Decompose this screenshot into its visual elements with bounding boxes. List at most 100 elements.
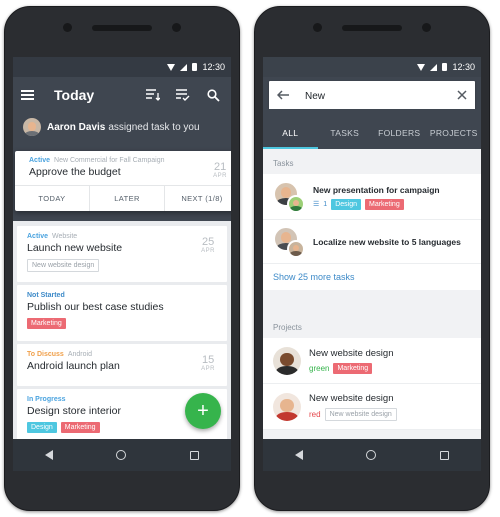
list-item[interactable]: New website design green Marketing	[263, 338, 481, 384]
sensor	[422, 23, 431, 32]
left-screen: 12:30 Today Aaron Davis assigned task to…	[13, 57, 231, 471]
task-status: In Progress	[27, 396, 66, 403]
battery-icon	[442, 63, 448, 71]
wifi-icon	[417, 63, 426, 71]
notification-text: assigned task to you	[108, 121, 200, 133]
home-icon[interactable]	[366, 450, 377, 460]
app-toolbar: Today	[13, 77, 231, 113]
home-icon[interactable]	[116, 450, 127, 460]
assignee-avatars	[273, 180, 305, 213]
left-phone: 12:30 Today Aaron Davis assigned task to…	[4, 6, 240, 511]
back-arrow-icon[interactable]	[276, 87, 289, 105]
project-status: green	[309, 363, 330, 373]
tag[interactable]: Design	[331, 198, 361, 210]
avatar	[287, 194, 305, 213]
clear-icon[interactable]	[457, 87, 467, 105]
task-due-date: 21 APR	[213, 161, 227, 180]
task-status: Active	[27, 233, 49, 240]
search-bar	[269, 81, 475, 111]
task-status: Active	[29, 157, 51, 164]
assignment-notification[interactable]: Aaron Davis assigned task to you	[13, 113, 231, 141]
sort-icon[interactable]	[143, 85, 163, 105]
tag[interactable]: New website design	[27, 259, 100, 272]
task-status: To Discuss	[27, 351, 64, 358]
camera	[313, 23, 322, 32]
task-folder: Website	[52, 233, 78, 240]
tab-tasks[interactable]: TASKS	[318, 117, 373, 149]
tab-all[interactable]: ALL	[263, 117, 318, 149]
status-bar: 12:30	[263, 57, 481, 77]
avatar	[23, 118, 41, 136]
back-icon[interactable]	[44, 450, 53, 460]
task-card[interactable]: Active Website Launch new website 25 APR N…	[17, 226, 227, 282]
battery-icon	[192, 63, 198, 71]
task-title: New presentation for campaign	[313, 184, 440, 195]
recents-icon[interactable]	[190, 450, 200, 460]
list-item[interactable]: New presentation for campaign ☰ 1 Design…	[263, 174, 481, 220]
tasks-section: Tasks New presentation for campaign ☰ 1 …	[263, 149, 481, 290]
subtask-icon: ☰	[313, 201, 320, 208]
tag[interactable]: Marketing	[27, 318, 66, 329]
subtask-count: 1	[323, 200, 328, 208]
section-title: Tasks	[263, 149, 481, 174]
assignee-avatars	[273, 225, 305, 258]
task-due-date: 15 APR	[201, 354, 215, 373]
recents-icon[interactable]	[440, 450, 450, 460]
android-nav-bar	[263, 439, 481, 471]
task-status: Not Started	[27, 292, 65, 299]
tag[interactable]: Marketing	[364, 198, 404, 210]
list-item[interactable]: Localize new website to 5 languages	[263, 220, 481, 264]
notification-user: Aaron Davis	[47, 121, 106, 133]
task-due-date: 25 APR	[201, 236, 215, 255]
back-icon[interactable]	[294, 450, 303, 460]
task-title: Android launch plan	[27, 360, 120, 372]
task-title: Launch new website	[27, 242, 123, 254]
add-task-button[interactable]: +	[185, 393, 221, 429]
task-title: Approve the budget	[29, 166, 121, 178]
sensor	[172, 23, 181, 32]
avatar	[287, 239, 305, 258]
avatar	[273, 346, 301, 375]
tab-projects[interactable]: PROJECTS	[427, 117, 482, 149]
page-title: Today	[54, 87, 95, 103]
today-button[interactable]: TODAY	[15, 186, 89, 211]
projects-section: Projects New website design green Market…	[263, 313, 481, 430]
camera	[63, 23, 72, 32]
speaker	[92, 25, 152, 31]
search-icon[interactable]	[203, 85, 223, 105]
task-title: Publish our best case studies	[27, 301, 164, 313]
status-time: 12:30	[202, 62, 225, 72]
project-title: New website design	[309, 392, 394, 404]
task-title: Localize new website to 5 languages	[313, 236, 461, 247]
task-folder: New Commercial for Fall Campaign	[54, 157, 165, 164]
android-nav-bar	[13, 439, 231, 471]
speaker	[342, 25, 402, 31]
signal-icon	[430, 63, 438, 71]
tag[interactable]: Marketing	[333, 362, 373, 374]
task-card[interactable]: To Discuss Android Android launch plan 15…	[17, 344, 227, 386]
tab-folders[interactable]: FOLDERS	[372, 117, 427, 149]
show-more-tasks-link[interactable]: Show 25 more tasks	[263, 264, 481, 290]
later-button[interactable]: LATER	[89, 186, 164, 211]
assigned-task-popup[interactable]: Active New Commercial for Fall Campaign A…	[15, 151, 231, 211]
right-screen: 12:30 ALL TASKS FOLDERS PROJECTS Tasks	[263, 57, 481, 471]
search-input[interactable]	[305, 90, 457, 102]
signal-icon	[180, 63, 188, 71]
section-title: Projects	[263, 313, 481, 338]
tag[interactable]: New website design	[324, 407, 397, 421]
task-folder: Android	[67, 351, 92, 358]
wifi-icon	[167, 63, 176, 71]
tag[interactable]: Design	[27, 422, 57, 433]
menu-icon[interactable]	[21, 90, 34, 100]
list-item[interactable]: New website design red New website desig…	[263, 384, 481, 430]
avatar	[273, 392, 301, 421]
next-button[interactable]: NEXT (1/8)	[164, 186, 231, 211]
status-time: 12:30	[452, 62, 475, 72]
tag[interactable]: Marketing	[60, 422, 100, 433]
filter-check-icon[interactable]	[173, 85, 193, 105]
right-phone: 12:30 ALL TASKS FOLDERS PROJECTS Tasks	[254, 6, 490, 511]
search-header	[263, 77, 481, 111]
task-card[interactable]: Not Started Publish our best case studie…	[17, 285, 227, 341]
status-bar: 12:30	[13, 57, 231, 77]
project-status: red	[309, 409, 321, 419]
